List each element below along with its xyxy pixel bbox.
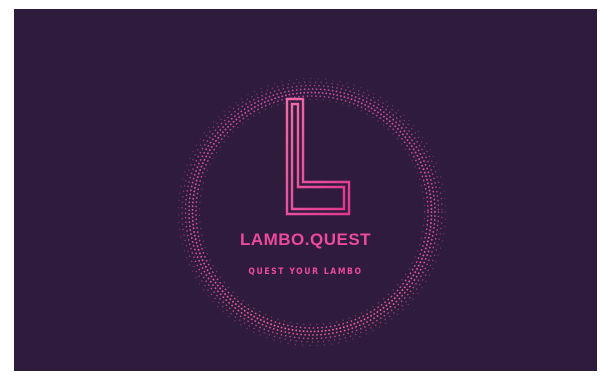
dotted-ring-icon <box>177 77 447 347</box>
letter-l-monogram-icon <box>285 97 351 216</box>
logo-graphic <box>177 77 447 347</box>
brand-tagline: QUEST YOUR LAMBO <box>248 267 363 277</box>
brand-name: LAMBO.QUEST <box>239 230 372 249</box>
logo-canvas: LAMBO.QUEST QUEST YOUR LAMBO <box>14 9 597 371</box>
